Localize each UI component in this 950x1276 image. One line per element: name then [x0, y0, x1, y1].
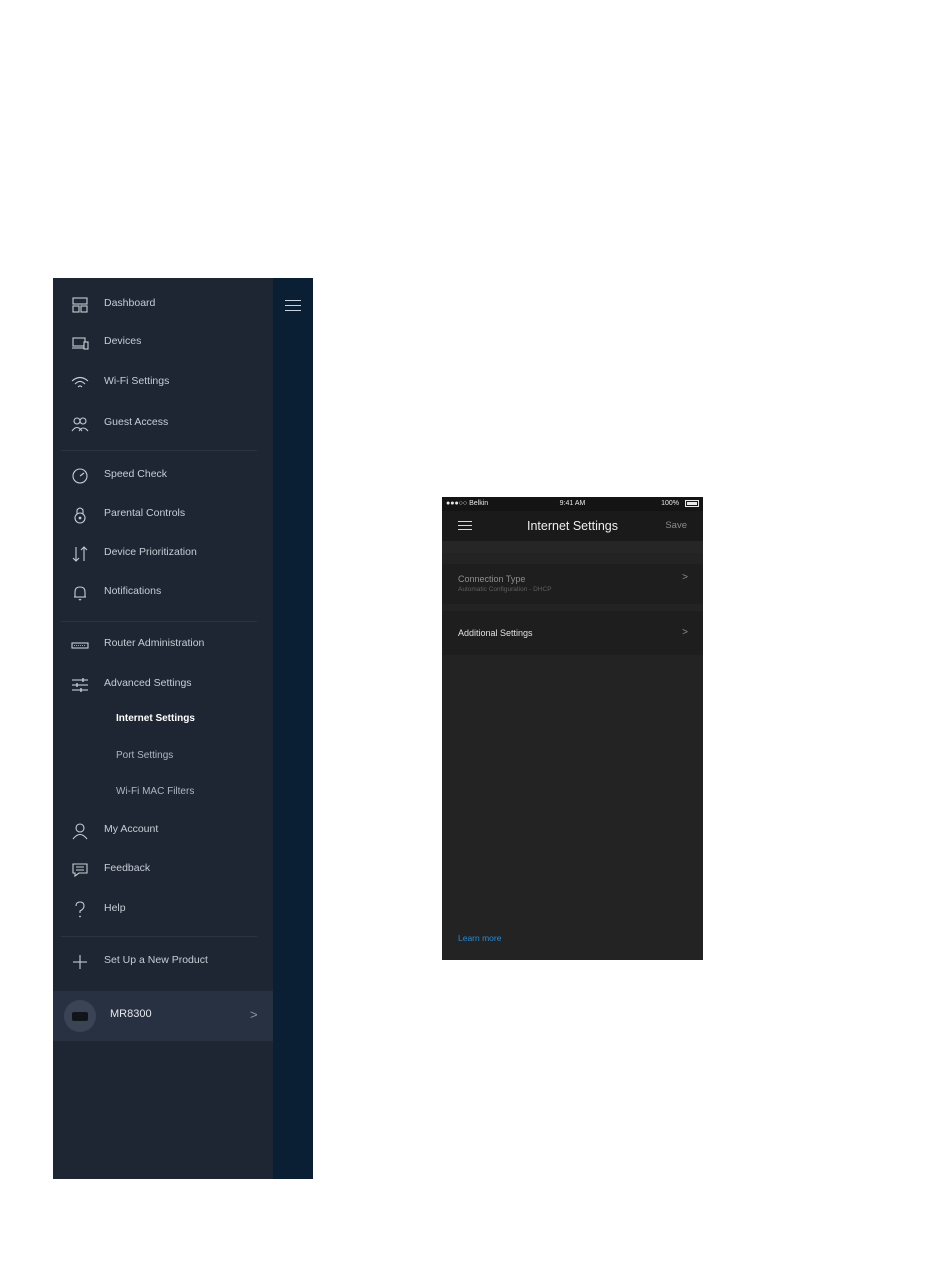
- nav-label: Guest Access: [104, 416, 169, 428]
- guest-icon: [71, 415, 89, 433]
- nav-label: Advanced Settings: [104, 677, 192, 689]
- nav-item-notifications[interactable]: Notifications: [53, 575, 273, 611]
- nav-item-wifi-settings[interactable]: Wi-Fi Settings: [53, 365, 273, 401]
- chevron-right-icon: >: [250, 1007, 258, 1022]
- battery-percentage: 100%: [661, 500, 679, 507]
- nav-label: Set Up a New Product: [104, 954, 208, 966]
- nav-item-parental-controls[interactable]: Parental Controls: [53, 497, 273, 533]
- nav-label: Router Administration: [104, 637, 205, 649]
- nav-label: Feedback: [104, 862, 151, 874]
- save-button[interactable]: Save: [665, 520, 687, 531]
- row-title: Additional Settings: [458, 628, 533, 638]
- nav-item-feedback[interactable]: Feedback: [53, 852, 273, 888]
- status-bar: ●●●○○ Belkin 9:41 AM 100%: [442, 497, 703, 511]
- nav-label: My Account: [104, 823, 159, 835]
- drawer-edge-panel: [273, 278, 313, 1179]
- row-title: Connection Type: [458, 574, 526, 584]
- bell-icon: [71, 584, 89, 602]
- device-row[interactable]: MR8300 >: [53, 991, 273, 1041]
- navigation-drawer-screen: Dashboard Devices Wi-Fi Settings Guest A…: [53, 278, 313, 1179]
- nav-label: Help: [104, 902, 126, 914]
- internet-settings-screen: ●●●○○ Belkin 9:41 AM 100% Internet Setti…: [442, 497, 703, 960]
- wifi-icon: [71, 374, 89, 392]
- sub-item-wifi-mac-filters[interactable]: Wi-Fi MAC Filters: [53, 776, 273, 812]
- nav-item-advanced-settings[interactable]: Advanced Settings: [53, 667, 273, 703]
- nav-item-device-prioritization[interactable]: Device Prioritization: [53, 536, 273, 572]
- nav-item-my-account[interactable]: My Account: [53, 813, 273, 849]
- sub-item-label: Internet Settings: [116, 713, 195, 724]
- priority-arrows-icon: [71, 545, 89, 563]
- user-icon: [71, 822, 89, 840]
- devices-icon: [71, 334, 89, 352]
- section-gap: [442, 541, 703, 553]
- router-icon: [71, 636, 89, 654]
- divider: [61, 450, 257, 451]
- nav-label: Parental Controls: [104, 507, 186, 519]
- navigation-bar: Internet Settings Save: [442, 511, 703, 541]
- sub-item-port-settings[interactable]: Port Settings: [53, 740, 273, 776]
- parental-lock-icon: [71, 506, 89, 524]
- connection-type-row[interactable]: Connection Type Automatic Configuration …: [442, 564, 703, 604]
- learn-more-link[interactable]: Learn more: [458, 933, 501, 943]
- row-subtitle: Automatic Configuration - DHCP: [458, 586, 552, 593]
- additional-settings-row[interactable]: Additional Settings >: [442, 611, 703, 655]
- sub-item-label: Port Settings: [116, 750, 174, 761]
- sub-item-label: Wi-Fi MAC Filters: [116, 786, 195, 797]
- nav-item-set-up-new-product[interactable]: Set Up a New Product: [53, 944, 273, 980]
- sub-item-internet-settings[interactable]: Internet Settings: [53, 703, 273, 739]
- router-avatar: [64, 1000, 96, 1032]
- chevron-right-icon: >: [682, 572, 688, 583]
- navigation-drawer: Dashboard Devices Wi-Fi Settings Guest A…: [53, 278, 273, 1179]
- nav-item-router-administration[interactable]: Router Administration: [53, 627, 273, 663]
- nav-label: Notifications: [104, 585, 162, 597]
- question-icon: [71, 901, 89, 919]
- speedometer-icon: [71, 467, 89, 485]
- nav-item-guest-access[interactable]: Guest Access: [53, 406, 273, 442]
- sliders-icon: [71, 676, 89, 694]
- nav-label: Dashboard: [104, 297, 156, 309]
- divider: [61, 621, 257, 622]
- nav-item-devices[interactable]: Devices: [53, 325, 273, 361]
- chevron-right-icon: >: [682, 627, 688, 638]
- nav-label: Devices: [104, 335, 142, 347]
- nav-label: Device Prioritization: [104, 546, 197, 558]
- page-title: Internet Settings: [526, 519, 619, 533]
- dashboard-icon: [71, 296, 89, 314]
- nav-item-dashboard[interactable]: Dashboard: [53, 287, 273, 323]
- battery-icon: [685, 500, 699, 507]
- nav-item-speed-check[interactable]: Speed Check: [53, 458, 273, 494]
- chat-icon: [71, 861, 89, 879]
- nav-item-help[interactable]: Help: [53, 892, 273, 928]
- nav-label: Wi-Fi Settings: [104, 375, 170, 387]
- nav-label: Speed Check: [104, 468, 168, 480]
- divider: [61, 936, 257, 937]
- device-name: MR8300: [110, 1008, 152, 1020]
- menu-icon[interactable]: [285, 300, 301, 312]
- plus-icon: [71, 953, 89, 971]
